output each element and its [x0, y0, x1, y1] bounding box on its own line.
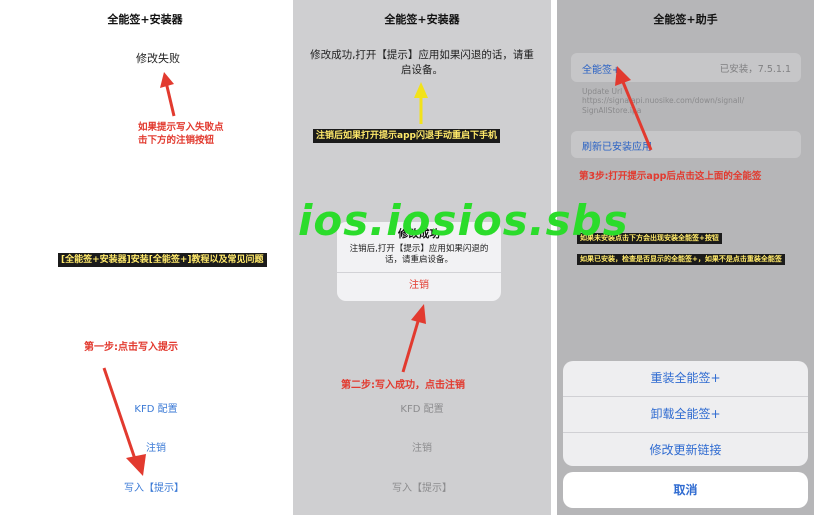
- arrow-up-icon: [160, 72, 176, 117]
- note-installed: 如果已安装，检查是否显示的全能签+，如果不是点击重装全能签: [577, 254, 785, 265]
- step1-annotation: 第一步:点击写入提示: [84, 342, 178, 353]
- logout-button[interactable]: 注销: [0, 439, 290, 454]
- kfd-config-button[interactable]: KFD 配置: [0, 400, 290, 415]
- uninstall-button[interactable]: 卸载全能签+: [563, 397, 808, 433]
- panel-installer-failed: 全能签+安装器 修改失败 如果提示写入失败点 击下方的注销按钮 [全能签+安装器…: [0, 0, 290, 515]
- guide-banner: [全能签+安装器]安装[全能签+]教程以及常见问题: [58, 253, 267, 267]
- nav-title: 全能签+助手: [653, 13, 718, 26]
- write-hint-button[interactable]: 写入【提示】: [293, 479, 551, 494]
- reinstall-button[interactable]: 重装全能签+: [563, 361, 808, 397]
- alert-message: 注销后,打开【提示】应用如果闪退的话，请重启设备。: [349, 244, 489, 265]
- arrow-up-icon: [615, 66, 653, 151]
- alert-logout-button[interactable]: 注销: [337, 272, 501, 299]
- cancel-button[interactable]: 取消: [563, 472, 808, 508]
- nav-title: 全能签+安装器: [384, 13, 460, 26]
- refresh-row[interactable]: 刷新已安装应用: [571, 131, 801, 158]
- panel-assistant: 全能签+助手 全能签+ 已安装，7.5.1.1 Update Url https…: [557, 0, 814, 515]
- app-status: 已安装，7.5.1.1: [719, 64, 791, 75]
- update-url: https://signalapi.nuosike.com/down/signa…: [582, 96, 745, 115]
- watermark: ios.iosios.sbs: [298, 196, 629, 245]
- arrow-up-icon: [414, 82, 428, 124]
- status-text: 修改失败: [136, 52, 180, 65]
- modify-link-button[interactable]: 修改更新链接: [563, 433, 808, 466]
- step2-annotation: 第二步:写入成功，点击注销: [341, 380, 465, 391]
- app-row[interactable]: 全能签+ 已安装，7.5.1.1: [571, 53, 801, 82]
- hint-annotation: 如果提示写入失败点 击下方的注销按钮: [138, 122, 224, 146]
- kfd-config-button[interactable]: KFD 配置: [293, 400, 551, 415]
- nav-title: 全能签+安装器: [107, 13, 183, 26]
- arrow-down-icon: [102, 367, 146, 476]
- status-text: 修改成功,打开【提示】应用如果闪退的话，请重启设备。: [310, 49, 534, 76]
- write-hint-button[interactable]: 写入【提示】: [0, 479, 290, 494]
- arrow-up-icon: [401, 304, 426, 373]
- logout-button[interactable]: 注销: [293, 439, 551, 454]
- panel-installer-success: 全能签+安装器 修改成功,打开【提示】应用如果闪退的话，请重启设备。 注销后如果…: [293, 0, 551, 515]
- step3-annotation: 第3步:打开提示app后点击这上面的全能签: [579, 171, 762, 182]
- restart-hint-banner: 注销后如果打开提示app闪退手动重启下手机: [313, 129, 500, 143]
- action-sheet: 重装全能签+ 卸载全能签+ 修改更新链接: [563, 361, 808, 466]
